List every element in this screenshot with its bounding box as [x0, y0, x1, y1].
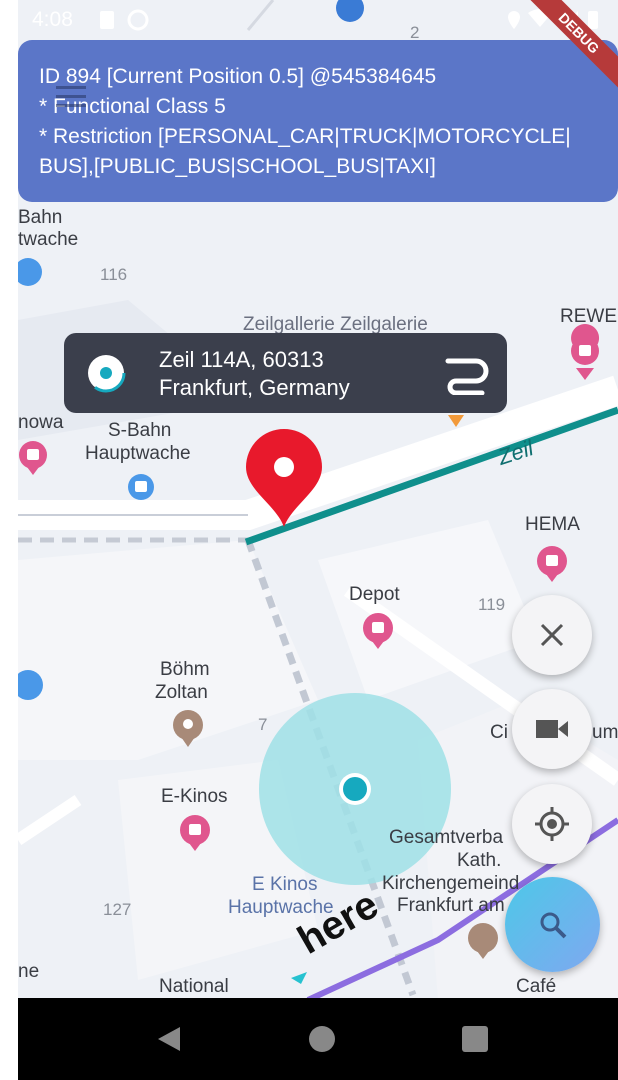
status-time: 4:08 [32, 8, 73, 31]
route-icon[interactable] [442, 351, 492, 395]
recents-icon[interactable] [461, 1025, 489, 1053]
address-card[interactable]: Zeil 114A, 60313 Frankfurt, Germany [64, 333, 507, 413]
location-icon [508, 11, 520, 29]
camera-button[interactable] [512, 689, 592, 769]
map-label: Frankfurt am [397, 895, 505, 916]
back-icon[interactable] [156, 1025, 182, 1053]
map-label: E-Kinos [161, 786, 228, 807]
map-label: HEMA [525, 514, 580, 535]
map-label: Kath. [457, 850, 502, 871]
map-number: 7 [258, 715, 268, 734]
map-label: Hauptwache [85, 443, 191, 464]
map-label: National [159, 976, 229, 997]
map-label: Hauptwache [228, 897, 334, 918]
map-number: 116 [100, 265, 128, 284]
search-icon [540, 912, 566, 938]
map-label: Ci [490, 722, 508, 743]
address-line-1: Zeil 114A, 60313 [159, 347, 324, 372]
map-label: Zoltan [155, 682, 208, 703]
map-label: S-Bahn [108, 420, 172, 441]
sd-card-icon [100, 11, 114, 29]
crosshair-icon [535, 807, 569, 841]
info-line: BUS],[PUBLIC_BUS|SCHOOL_BUS|TAXI] [39, 155, 436, 178]
system-nav-bar [18, 998, 618, 1080]
map-label: ne [18, 961, 40, 982]
menu-icon[interactable] [54, 82, 90, 112]
home-icon[interactable] [308, 1025, 336, 1053]
map-label: twache [18, 229, 79, 250]
location-dot-icon [86, 353, 126, 393]
close-icon [540, 623, 564, 647]
map-label: Gesamtverba [389, 827, 504, 848]
map-label: REWE [560, 306, 617, 327]
dnd-icon [127, 9, 149, 31]
phone-screen: here Bahn twache 116 Zeilgallerie Zeilga… [18, 0, 618, 1080]
video-camera-icon [536, 720, 568, 738]
map-label: nowa [18, 412, 64, 433]
map-number: 119 [478, 595, 506, 614]
address-line-2: Frankfurt, Germany [159, 375, 350, 400]
map-number: 127 [103, 900, 132, 919]
map-label: um [592, 722, 618, 743]
map-label: Bahn [18, 207, 63, 228]
map-label: Café [516, 976, 557, 997]
locate-me-button[interactable] [512, 784, 592, 864]
info-line: * Restriction [PERSONAL_CAR|TRUCK|MOTORC… [39, 125, 571, 148]
info-line: * Functional Class 5 [39, 95, 226, 118]
search-button[interactable] [505, 877, 600, 972]
map-label: Böhm [160, 659, 210, 680]
info-line: ID 894 [Current Position 0.5] @545384645 [39, 65, 437, 88]
status-icons-left [100, 9, 149, 31]
debug-label: DEBUG [528, 0, 618, 90]
debug-banner: DEBUG [528, 0, 618, 90]
close-button[interactable] [512, 595, 592, 675]
map-label: Depot [349, 584, 400, 605]
map-label: E Kinos [252, 874, 318, 895]
map-label: Kirchengemeind [382, 873, 520, 894]
